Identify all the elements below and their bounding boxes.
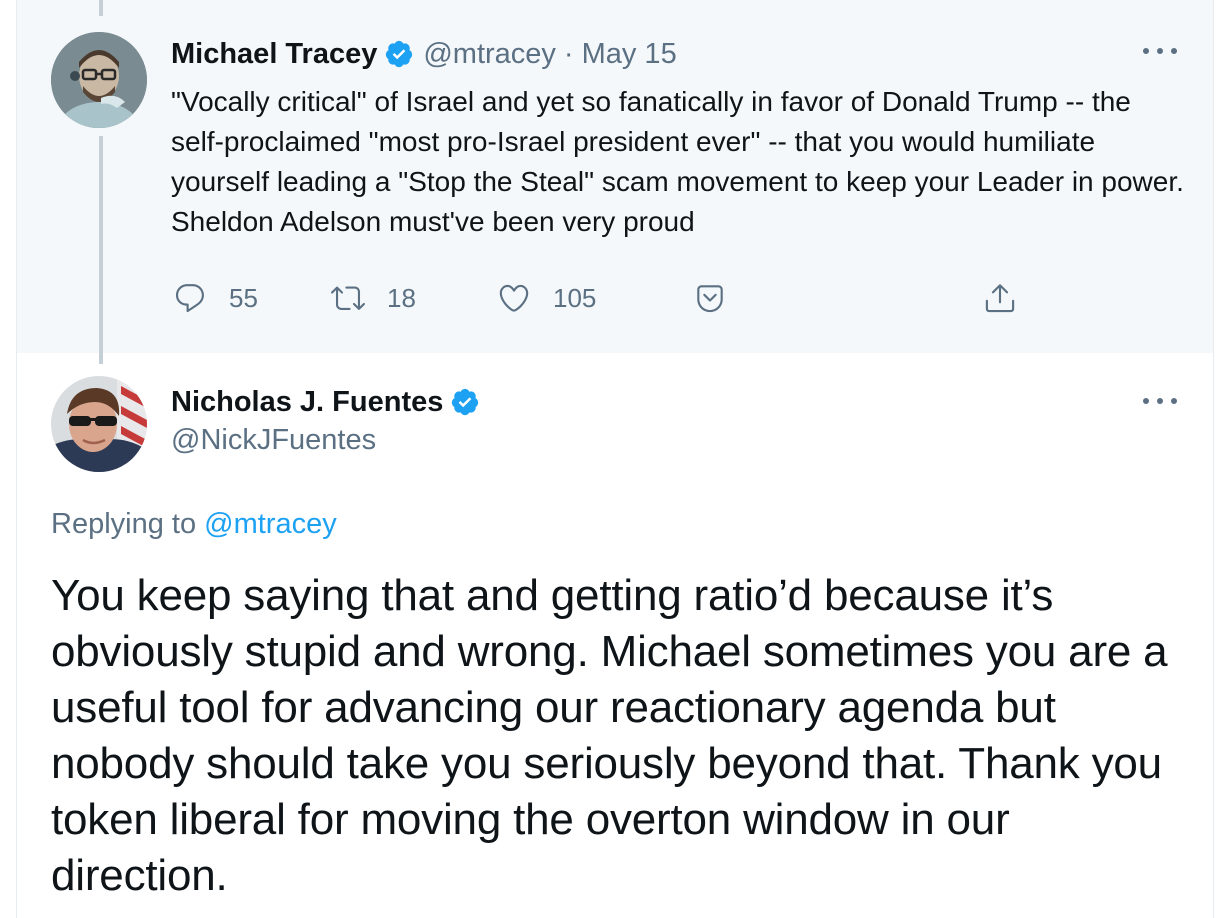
tweet-date[interactable]: May 15 [582,38,677,71]
avatar-michael-tracey[interactable] [51,32,147,128]
more-options-icon[interactable] [1143,396,1177,406]
share-icon [985,284,1015,313]
retweet-icon [331,286,365,310]
parent-tweet-text: "Vocally critical" of Israel and yet so … [171,86,1184,237]
reply-icon [175,284,204,313]
avatar-nicholas-fuentes[interactable] [51,376,147,472]
like-count: 105 [553,282,597,313]
parent-tweet-header: Michael Tracey @mtracey · May 15 [171,36,677,72]
retweet-count: 18 [387,282,416,313]
header-separator: · [563,37,574,70]
main-tweet-text: You keep saying that and getting ratio’d… [51,571,1168,900]
replying-to-line: Replying to @mtracey [51,508,337,541]
tweet-thread: Michael Tracey @mtracey · May 15 "Vocall… [16,0,1214,918]
main-tweet-name-row: Nicholas J. Fuentes [171,382,489,422]
tweet-actions-bar: 55 18 105 [171,278,1071,318]
parent-tweet[interactable]: Michael Tracey @mtracey · May 15 "Vocall… [17,0,1213,364]
replying-to-label: Replying to [51,508,197,540]
more-options-icon[interactable] [1143,46,1177,56]
save-icon [697,285,723,313]
author-handle[interactable]: @mtracey [423,38,556,71]
share-button[interactable] [983,278,1017,318]
author-name[interactable]: Michael Tracey [171,38,377,71]
reply-button[interactable]: 55 [173,278,258,318]
thread-connector-line [99,136,103,364]
verified-badge-icon [450,387,480,417]
like-button[interactable]: 105 [497,278,596,318]
thread-line-top [99,0,103,16]
heart-icon [499,284,529,312]
reply-count: 55 [229,282,258,313]
verified-badge-icon [384,39,414,69]
retweet-button[interactable]: 18 [331,278,416,318]
author-handle[interactable]: @NickJFuentes [171,424,376,457]
replying-to-handle-link[interactable]: @mtracey [204,508,337,540]
save-button[interactable] [693,278,727,318]
author-name[interactable]: Nicholas J. Fuentes [171,386,443,419]
